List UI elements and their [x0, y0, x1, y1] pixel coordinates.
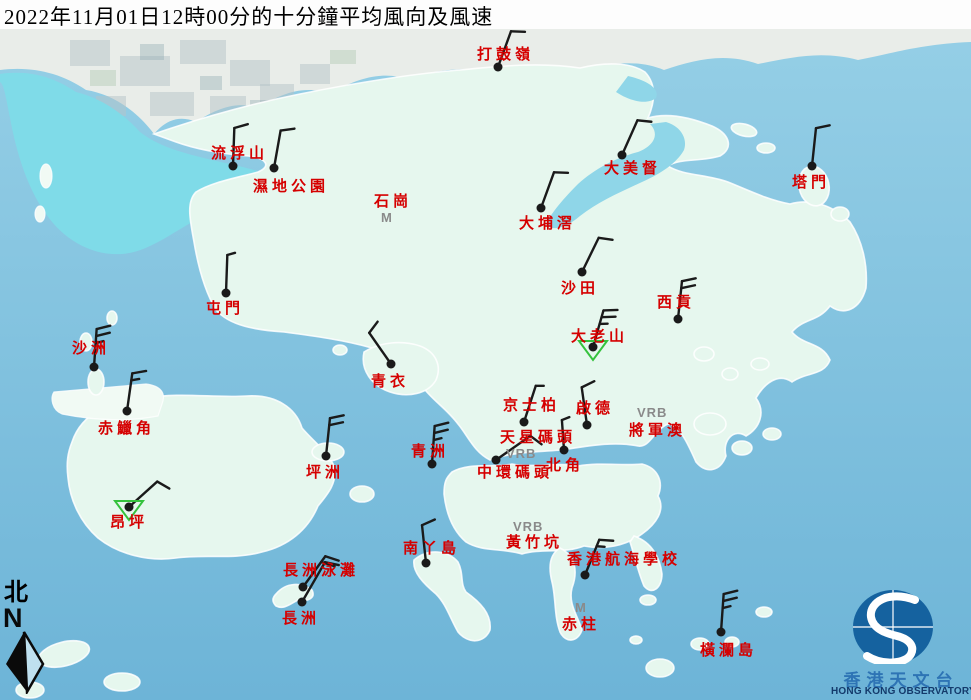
station-dot	[422, 559, 431, 568]
station-dot	[717, 628, 726, 637]
wind-barb	[322, 415, 344, 460]
station-dot	[428, 460, 437, 469]
wind-map-image: 打鼓嶺流浮山濕地公園石崗M大美督塔門大埔滘沙田屯門西貢沙洲大老山青衣赤鱲角京士柏…	[0, 0, 971, 700]
station-dot	[222, 289, 231, 298]
station-dot	[492, 456, 501, 465]
wind-barb	[537, 172, 568, 212]
north-compass: 北 N	[2, 580, 50, 694]
wind-barb-layer	[0, 0, 971, 700]
station-dot	[618, 151, 627, 160]
wind-barb	[581, 540, 614, 580]
station-dot	[123, 407, 132, 416]
station-dot	[808, 162, 817, 171]
wind-barb	[422, 520, 435, 568]
station-dot	[270, 164, 279, 173]
wind-barb	[717, 591, 738, 637]
wind-barb	[123, 371, 147, 416]
wind-barb	[492, 436, 542, 465]
wind-barb	[229, 124, 248, 170]
station-dot	[494, 63, 503, 72]
station-dot	[387, 360, 396, 369]
wind-barb	[90, 326, 111, 372]
map-title: 2022年11月01日12時00分的十分鐘平均風向及風速	[4, 1, 493, 31]
wind-barb	[579, 310, 617, 360]
hko-logo-english: HONG KONG OBSERVATORY	[831, 686, 971, 697]
station-dot	[299, 583, 308, 592]
station-dot	[583, 421, 592, 430]
wind-barb	[674, 278, 696, 323]
wind-barb	[520, 386, 544, 427]
station-dot	[581, 571, 590, 580]
wind-barb	[560, 417, 570, 454]
wind-barb	[428, 423, 449, 469]
title-bar: 2022年11月01日12時00分的十分鐘平均風向及風速	[0, 0, 971, 29]
hko-logo: 香港天文台 HONG KONG OBSERVATORY	[831, 572, 971, 700]
station-dot	[229, 162, 238, 171]
wind-barb	[115, 482, 169, 520]
station-dot	[322, 452, 331, 461]
station-dot	[589, 343, 598, 352]
station-dot	[298, 598, 307, 607]
wind-barb	[618, 120, 652, 159]
wind-barb	[578, 238, 613, 277]
station-dot	[125, 503, 134, 512]
wind-barb	[369, 322, 395, 369]
station-dot	[560, 446, 569, 455]
station-dot	[674, 315, 683, 324]
station-dot	[90, 363, 99, 372]
wind-barb	[582, 381, 595, 429]
wind-barb	[222, 253, 236, 298]
wind-barb	[270, 129, 295, 173]
hko-logo-icon	[831, 572, 971, 664]
north-arrow-icon	[2, 630, 48, 694]
wind-barb	[808, 125, 830, 170]
station-dot	[520, 418, 529, 427]
station-dot	[537, 204, 546, 213]
station-dot	[578, 268, 587, 277]
wind-barb	[494, 31, 525, 71]
north-letter-label: N	[3, 606, 50, 630]
